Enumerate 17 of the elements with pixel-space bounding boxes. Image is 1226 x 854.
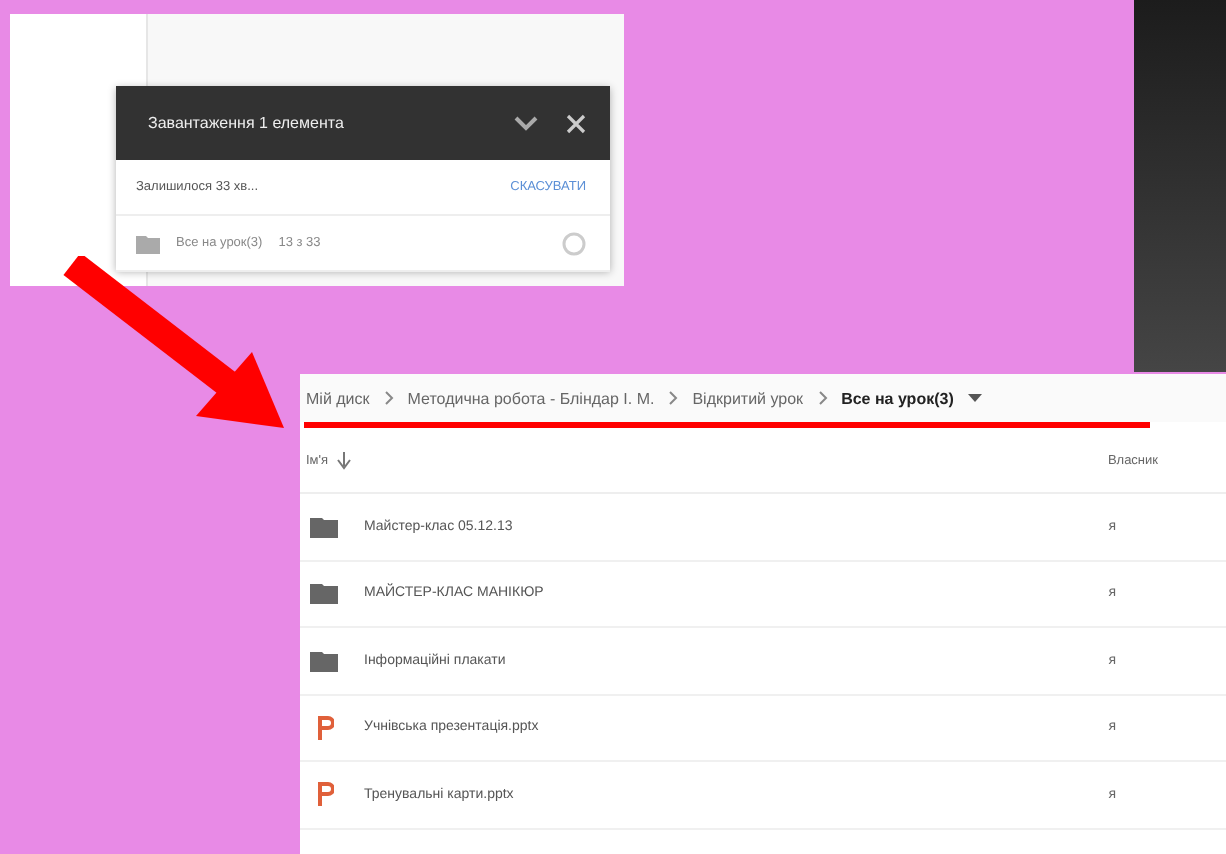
breadcrumb[interactable]: Методична робота - Бліндар І. М. <box>407 389 655 407</box>
collapse-icon[interactable] <box>514 115 538 131</box>
folder-icon <box>136 233 160 253</box>
breadcrumb[interactable]: Все на урок(3) <box>841 389 954 407</box>
folder-icon <box>308 515 340 538</box>
chevron-icon <box>383 390 394 406</box>
folder-icon <box>308 582 340 605</box>
breadcrumb[interactable]: Відкритий урок <box>692 389 804 407</box>
sort-arrow-icon[interactable] <box>336 451 353 469</box>
chevron-icon <box>668 390 679 406</box>
panel-title: Завантаження 1 елемента <box>148 114 346 132</box>
dropdown-icon[interactable] <box>967 394 982 402</box>
chevron-icon <box>817 390 828 406</box>
breadcrumb[interactable]: Мій диск <box>306 389 370 407</box>
folder-icon <box>308 649 340 672</box>
progress-ring-icon <box>562 231 586 255</box>
close-icon[interactable] <box>566 113 586 133</box>
